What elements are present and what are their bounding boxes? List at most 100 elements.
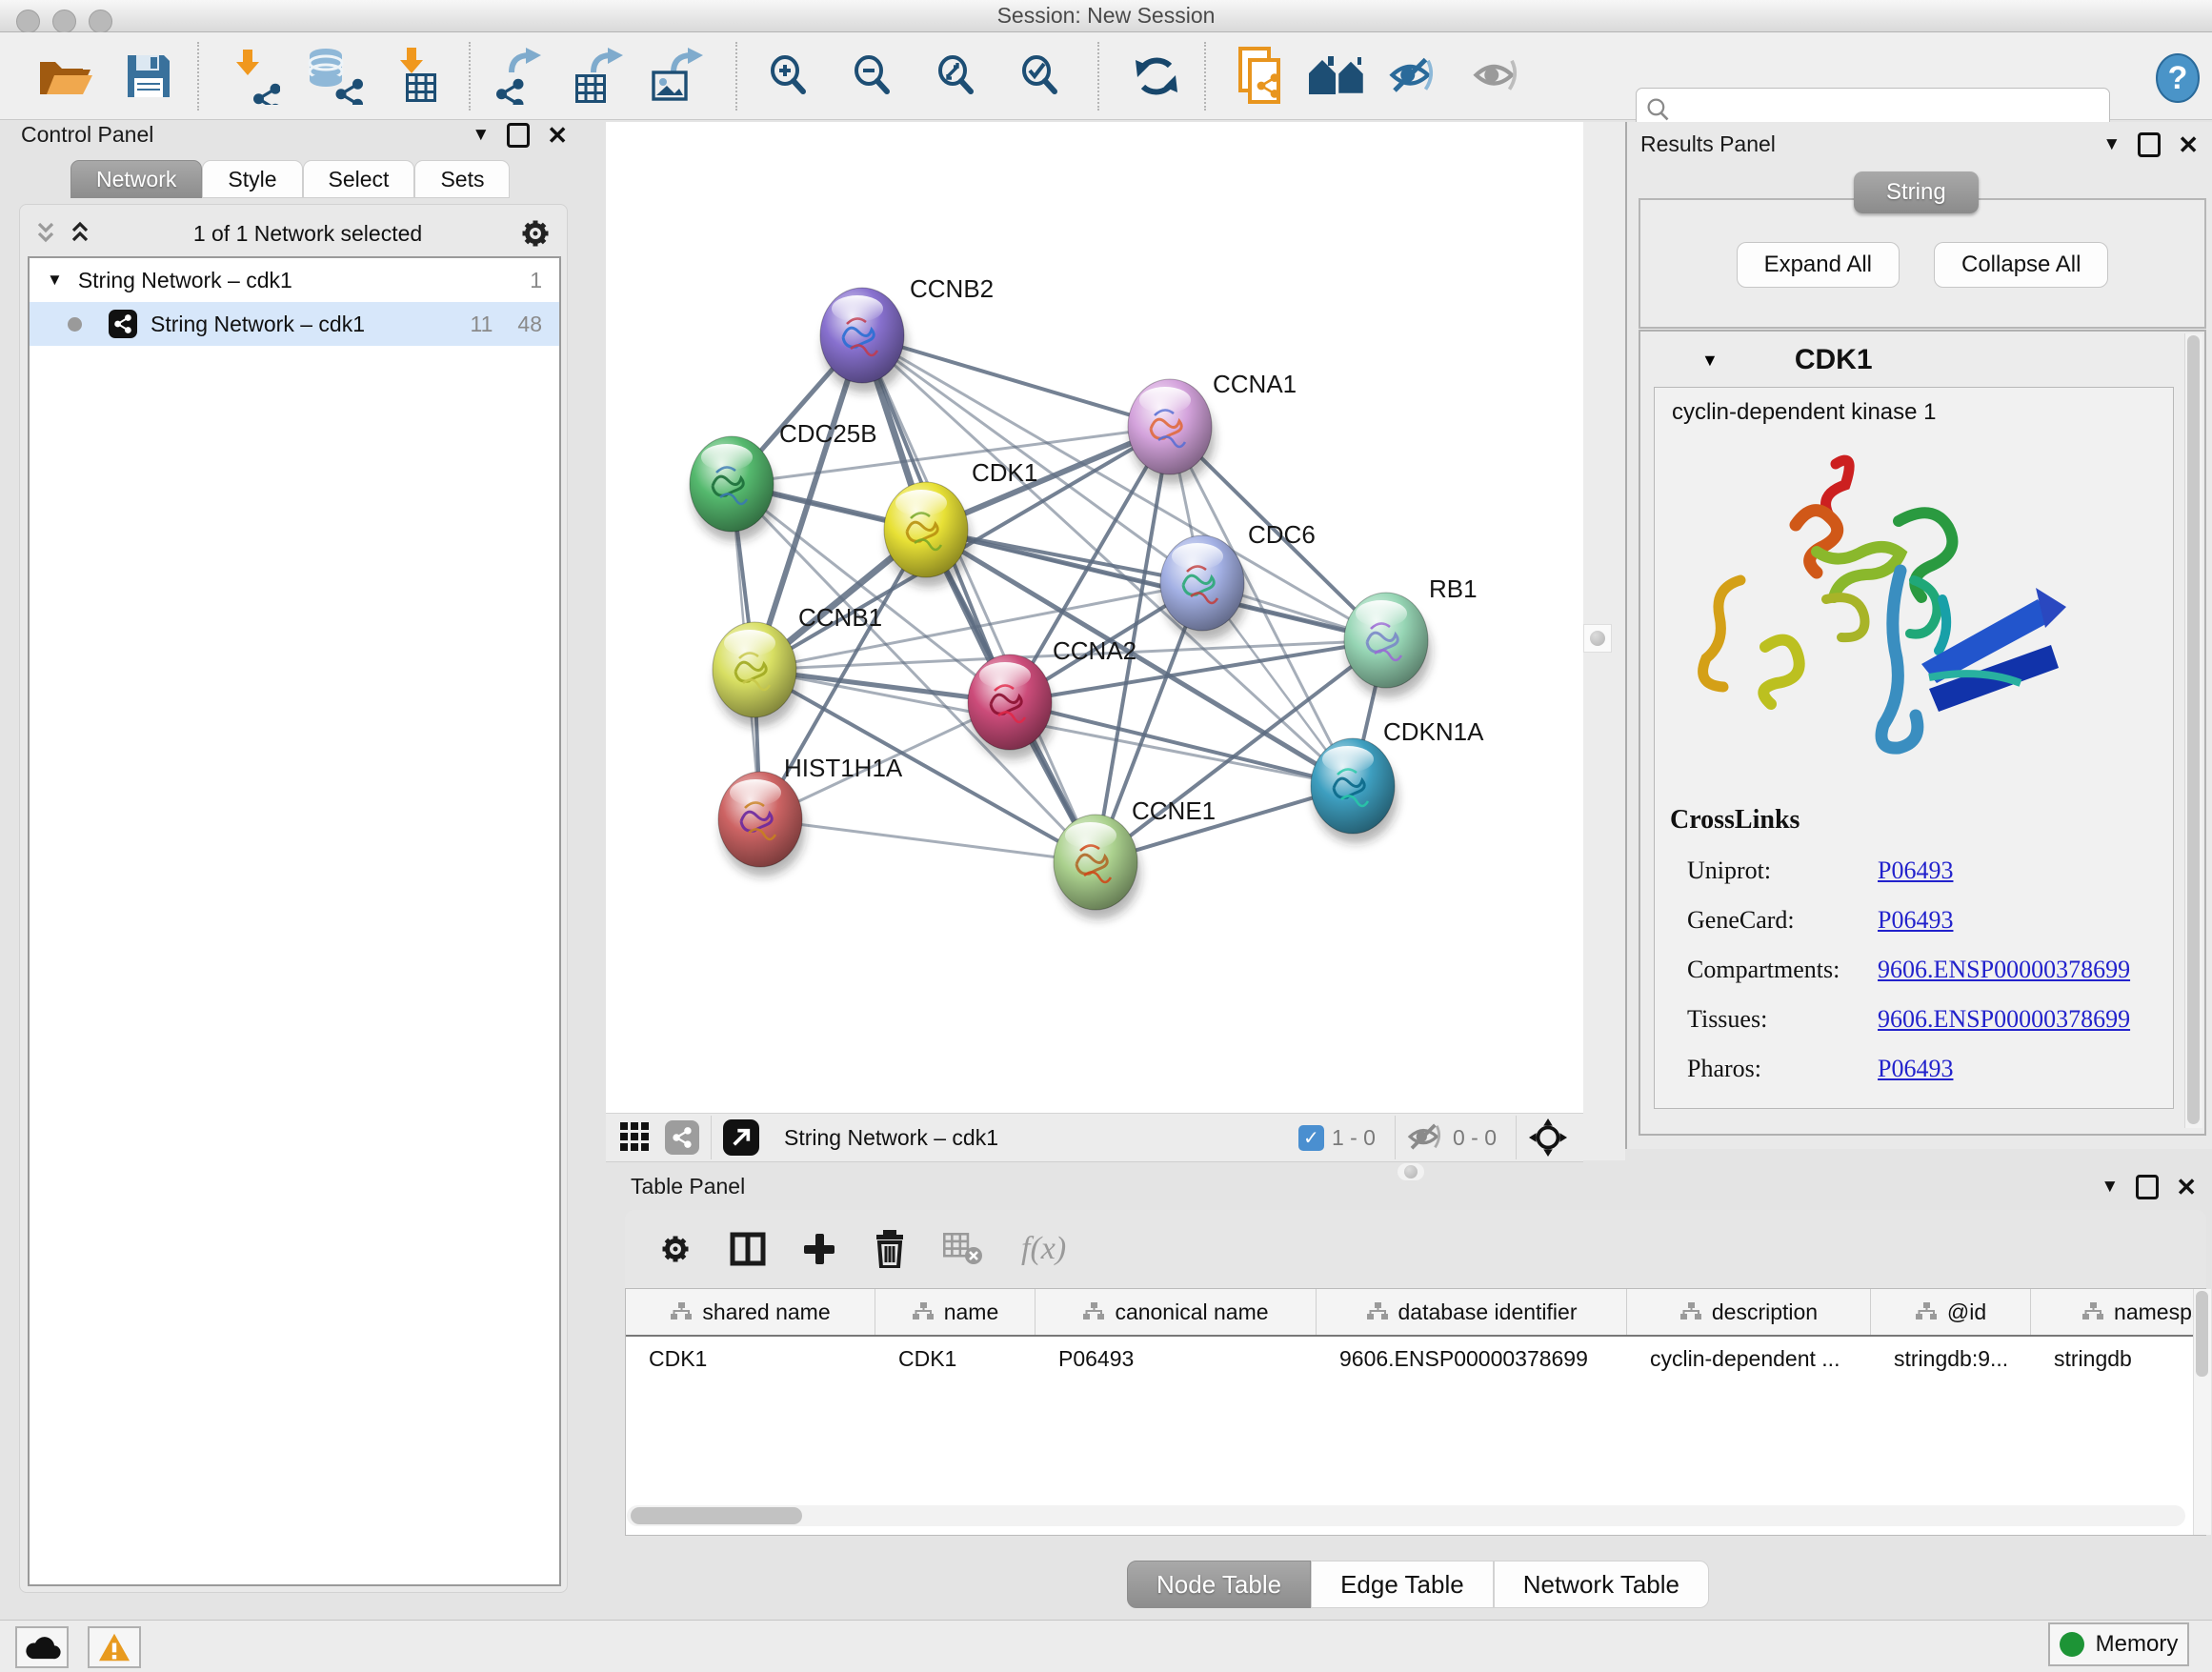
import-network-file-button[interactable] xyxy=(221,46,282,107)
add-column-icon[interactable] xyxy=(802,1232,836,1266)
float-panel-icon[interactable] xyxy=(507,123,530,148)
tab-node-table[interactable]: Node Table xyxy=(1127,1561,1311,1608)
tab-style[interactable]: Style xyxy=(202,160,302,198)
zoom-in-button[interactable] xyxy=(758,46,819,107)
results-scrollbar[interactable] xyxy=(2184,333,2202,1128)
network-node-cdc25b[interactable] xyxy=(690,436,776,541)
network-node-ccnb1[interactable] xyxy=(713,622,799,727)
collection-expand-icon[interactable]: ▼ xyxy=(47,271,63,290)
selected-nodes-checkbox[interactable]: ✓ xyxy=(1298,1125,1324,1151)
collapse-all-button[interactable]: Collapse All xyxy=(1934,242,2108,288)
crosslinks-list: Uniprot:P06493GeneCard:P06493Compartment… xyxy=(1670,856,2130,1083)
table-row[interactable]: CDK1CDK1P064939606.ENSP00000378699cyclin… xyxy=(626,1337,2205,1380)
network-row[interactable]: String Network – cdk1 11 48 xyxy=(30,302,559,346)
crosslink-value[interactable]: 9606.ENSP00000378699 xyxy=(1878,1005,2130,1034)
tab-select[interactable]: Select xyxy=(303,160,415,198)
save-session-button[interactable] xyxy=(118,46,179,107)
float-panel-icon[interactable] xyxy=(2138,132,2161,157)
table-cell[interactable]: P06493 xyxy=(1036,1337,1317,1380)
collapse-panel-icon[interactable]: ▼ xyxy=(2101,1178,2119,1196)
copy-network-button[interactable] xyxy=(1231,46,1292,107)
float-panel-icon[interactable] xyxy=(2136,1175,2159,1199)
network-node-ccnb2[interactable] xyxy=(820,288,907,393)
import-table-button[interactable] xyxy=(383,46,444,107)
cloud-status-button[interactable] xyxy=(15,1626,69,1668)
table-vertical-scrollbar[interactable] xyxy=(2193,1289,2211,1535)
refresh-layout-button[interactable] xyxy=(1126,46,1187,107)
delete-table-icon[interactable] xyxy=(943,1233,985,1265)
column-header-namespace[interactable]: namespace xyxy=(2031,1289,2206,1335)
table-type-tabs: Node TableEdge TableNetwork Table xyxy=(1127,1561,1709,1608)
help-button[interactable]: ? xyxy=(2151,51,2204,105)
network-node-ccne1[interactable] xyxy=(1054,815,1140,919)
gene-entry-header[interactable]: ▼ CDK1 xyxy=(1644,339,2182,381)
network-node-rb1[interactable] xyxy=(1344,593,1431,697)
zoom-out-button[interactable] xyxy=(842,46,903,107)
node-table[interactable]: shared namenamecanonical namedatabase id… xyxy=(625,1288,2206,1536)
tab-network[interactable]: Network xyxy=(70,160,202,198)
crosslink-value[interactable]: 9606.ENSP00000378699 xyxy=(1878,956,2130,984)
expand-all-button[interactable]: Expand All xyxy=(1737,242,1900,288)
collapse-panel-icon[interactable]: ▼ xyxy=(472,126,490,144)
export-network-button[interactable] xyxy=(488,46,549,107)
export-image-button[interactable] xyxy=(648,46,709,107)
table-hscroll-thumb[interactable] xyxy=(631,1507,802,1524)
network-options-gear-icon[interactable] xyxy=(519,217,552,250)
collapse-all-tree-icon[interactable] xyxy=(68,221,96,246)
memory-button[interactable]: Memory xyxy=(2048,1622,2189,1666)
collapse-panel-icon[interactable]: ▼ xyxy=(2102,135,2121,153)
show-all-button[interactable] xyxy=(1467,46,1528,107)
table-cell[interactable]: 9606.ENSP00000378699 xyxy=(1317,1337,1627,1380)
close-panel-icon[interactable]: ✕ xyxy=(2178,132,2199,157)
column-header-database-identifier[interactable]: database identifier xyxy=(1317,1289,1627,1335)
table-cell[interactable]: cyclin-dependent ... xyxy=(1627,1337,1871,1380)
crosslink-value[interactable]: P06493 xyxy=(1878,906,1953,935)
close-panel-icon[interactable]: ✕ xyxy=(547,123,568,148)
table-cell[interactable]: CDK1 xyxy=(875,1337,1036,1380)
table-cell[interactable]: CDK1 xyxy=(626,1337,875,1380)
results-tab-string[interactable]: String xyxy=(1854,171,1979,213)
crosslink-value[interactable]: P06493 xyxy=(1878,1055,1953,1083)
network-canvas[interactable]: CCNB2CCNA1CDC25BCDK1CDC6RB1CCNB1CCNA2CDK… xyxy=(606,122,1583,1113)
network-node-hist1h1a[interactable] xyxy=(718,772,805,876)
close-panel-icon[interactable]: ✕ xyxy=(2176,1175,2197,1199)
search-input[interactable] xyxy=(1679,96,2109,123)
table-cell[interactable]: stringdb xyxy=(2031,1337,2206,1380)
network-collection-row[interactable]: ▼ String Network – cdk1 1 xyxy=(30,258,559,302)
column-header-description[interactable]: description xyxy=(1627,1289,1871,1335)
export-table-button[interactable] xyxy=(568,46,629,107)
tab-edge-table[interactable]: Edge Table xyxy=(1311,1561,1494,1608)
crosslink-value[interactable]: P06493 xyxy=(1878,856,1953,885)
vertical-splitter[interactable] xyxy=(1583,122,1625,1160)
function-builder-icon[interactable]: f(x) xyxy=(1021,1231,1066,1267)
zoom-fit-button[interactable] xyxy=(926,46,987,107)
results-scrollbar-thumb[interactable] xyxy=(2187,335,2200,1124)
network-node-ccna1[interactable] xyxy=(1128,379,1215,484)
import-network-from-database-button[interactable] xyxy=(303,46,364,107)
network-node-cdkn1a[interactable] xyxy=(1311,738,1398,843)
network-icon xyxy=(496,79,524,105)
column-header-shared-name[interactable]: shared name xyxy=(626,1289,875,1335)
expand-all-tree-icon[interactable] xyxy=(33,221,62,246)
tab-network-table[interactable]: Network Table xyxy=(1494,1561,1709,1608)
open-session-button[interactable] xyxy=(34,46,95,107)
zoom-selected-button[interactable] xyxy=(1010,46,1071,107)
table-cell[interactable]: stringdb:9... xyxy=(1871,1337,2031,1380)
first-neighbors-button[interactable] xyxy=(1307,46,1368,107)
column-header-canonical-name[interactable]: canonical name xyxy=(1036,1289,1317,1335)
hidden-eye-slash-icon[interactable] xyxy=(1407,1123,1445,1152)
entry-expand-icon[interactable]: ▼ xyxy=(1701,351,1719,371)
table-vscroll-thumb[interactable] xyxy=(2196,1291,2208,1377)
column-header--id[interactable]: @id xyxy=(1871,1289,2031,1335)
splitter-handle[interactable] xyxy=(1583,624,1612,653)
delete-column-icon[interactable] xyxy=(873,1230,907,1268)
warnings-button[interactable] xyxy=(88,1626,141,1668)
table-horizontal-scrollbar[interactable] xyxy=(627,1505,2185,1526)
edge-count: 48 xyxy=(517,312,542,337)
column-header-name[interactable]: name xyxy=(875,1289,1036,1335)
show-columns-icon[interactable] xyxy=(730,1232,766,1266)
hide-selected-button[interactable] xyxy=(1383,46,1444,107)
network-node-cdk1[interactable] xyxy=(884,482,971,587)
tab-sets[interactable]: Sets xyxy=(414,160,510,198)
table-options-gear-icon[interactable] xyxy=(657,1231,694,1267)
